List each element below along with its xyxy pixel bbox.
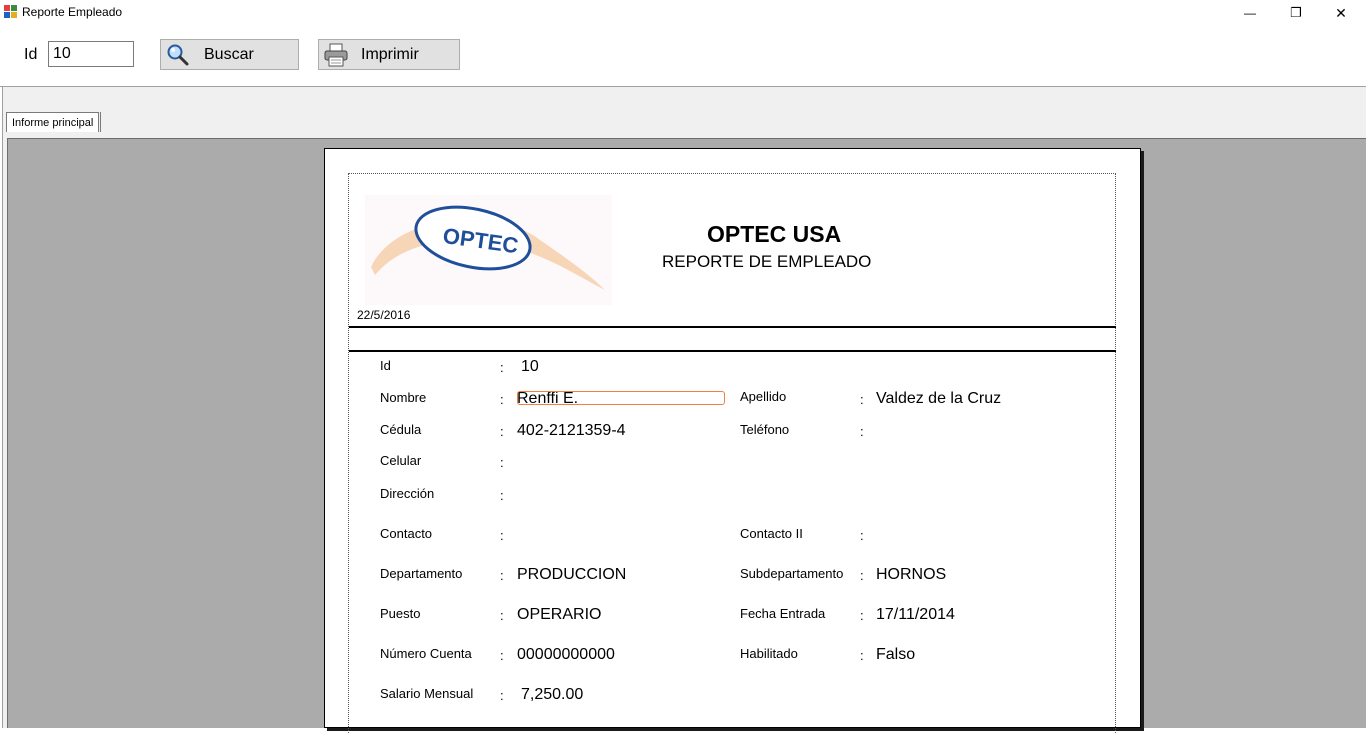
search-button-label: Buscar [204, 45, 254, 63]
field-value-numero-cuenta: 00000000000 [517, 646, 615, 663]
field-label-celular: Celular [380, 453, 422, 468]
field-label-nombre: Nombre [380, 390, 427, 405]
field-label-id: Id [380, 358, 391, 373]
field-colon: : [500, 488, 504, 503]
field-value-departamento: PRODUCCION [517, 566, 627, 583]
company-logo: OPTEC [365, 195, 612, 305]
close-icon: ✕ [1335, 4, 1347, 21]
field-value-id: 10 [521, 358, 539, 375]
field-colon: : [500, 392, 504, 407]
field-value-apellido: Valdez de la Cruz [876, 390, 1002, 407]
tab-label: Informe principal [12, 116, 94, 129]
app-icon [4, 5, 18, 19]
report-page: OPTEC OPTEC USA REPORTE DE EMPLEADO 22/5… [324, 148, 1141, 733]
selected-field-outline [517, 391, 725, 405]
field-label-cedula: Cédula [380, 422, 422, 437]
title-bar: Reporte Empleado — ❐ ✕ [0, 0, 1366, 26]
field-colon: : [500, 455, 504, 470]
field-label-numero-cuenta: Número Cuenta [380, 646, 472, 661]
header-rule [349, 326, 1116, 328]
tab-divider [100, 112, 101, 132]
field-colon: : [860, 528, 864, 543]
field-label-habilitado: Habilitado [740, 646, 798, 661]
window-title: Reporte Empleado [22, 5, 123, 19]
minimize-icon: — [1244, 6, 1256, 20]
field-label-apellido: Apellido [740, 389, 787, 404]
field-colon: : [500, 648, 504, 663]
field-colon: : [500, 528, 504, 543]
search-button[interactable]: Buscar [160, 39, 299, 70]
field-colon: : [500, 608, 504, 623]
field-label-subdepartamento: Subdepartamento [740, 566, 844, 581]
restore-button[interactable]: ❐ [1273, 0, 1319, 26]
field-colon: : [860, 648, 864, 663]
field-value-subdepartamento: HORNOS [876, 566, 947, 583]
section-rule [349, 350, 1116, 352]
print-button[interactable]: Imprimir [318, 39, 460, 70]
field-label-contacto: Contacto [380, 526, 433, 541]
field-colon: : [860, 568, 864, 583]
field-label-contacto-ii: Contacto II [740, 526, 803, 541]
field-label-telefono: Teléfono [740, 422, 790, 437]
field-colon: : [500, 424, 504, 439]
field-label-direccion: Dirección [380, 486, 435, 501]
field-label-puesto: Puesto [380, 606, 421, 621]
restore-icon: ❐ [1290, 5, 1302, 20]
field-colon: : [500, 688, 504, 703]
field-label-departamento: Departamento [380, 566, 463, 581]
field-colon: : [860, 392, 864, 407]
field-colon: : [500, 568, 504, 583]
minimize-button[interactable]: — [1227, 0, 1273, 26]
field-value-puesto: OPERARIO [517, 606, 602, 623]
print-button-label: Imprimir [361, 45, 419, 63]
field-colon: : [500, 360, 504, 375]
report-subtitle: REPORTE DE EMPLEADO [662, 252, 872, 271]
field-colon: : [860, 424, 864, 439]
close-button[interactable]: ✕ [1318, 0, 1364, 26]
magnifier-icon [167, 44, 189, 66]
field-label-fecha-entrada: Fecha Entrada [740, 606, 826, 621]
report-date: 22/5/2016 [357, 308, 411, 322]
field-value-cedula: 402-2121359-4 [517, 422, 626, 439]
printer-icon [324, 43, 348, 67]
field-value-salario: 7,250.00 [521, 686, 584, 703]
field-value-fecha-entrada: 17/11/2014 [876, 606, 955, 623]
field-value-habilitado: Falso [876, 646, 916, 663]
company-name: OPTEC USA [707, 221, 842, 247]
id-input[interactable] [48, 41, 134, 67]
id-label: Id [24, 46, 38, 63]
field-colon: : [860, 608, 864, 623]
tab-informe-principal[interactable]: Informe principal [6, 112, 100, 132]
field-label-salario: Salario Mensual [380, 686, 474, 701]
toolbar: Id Buscar Imprimir [0, 26, 1366, 86]
